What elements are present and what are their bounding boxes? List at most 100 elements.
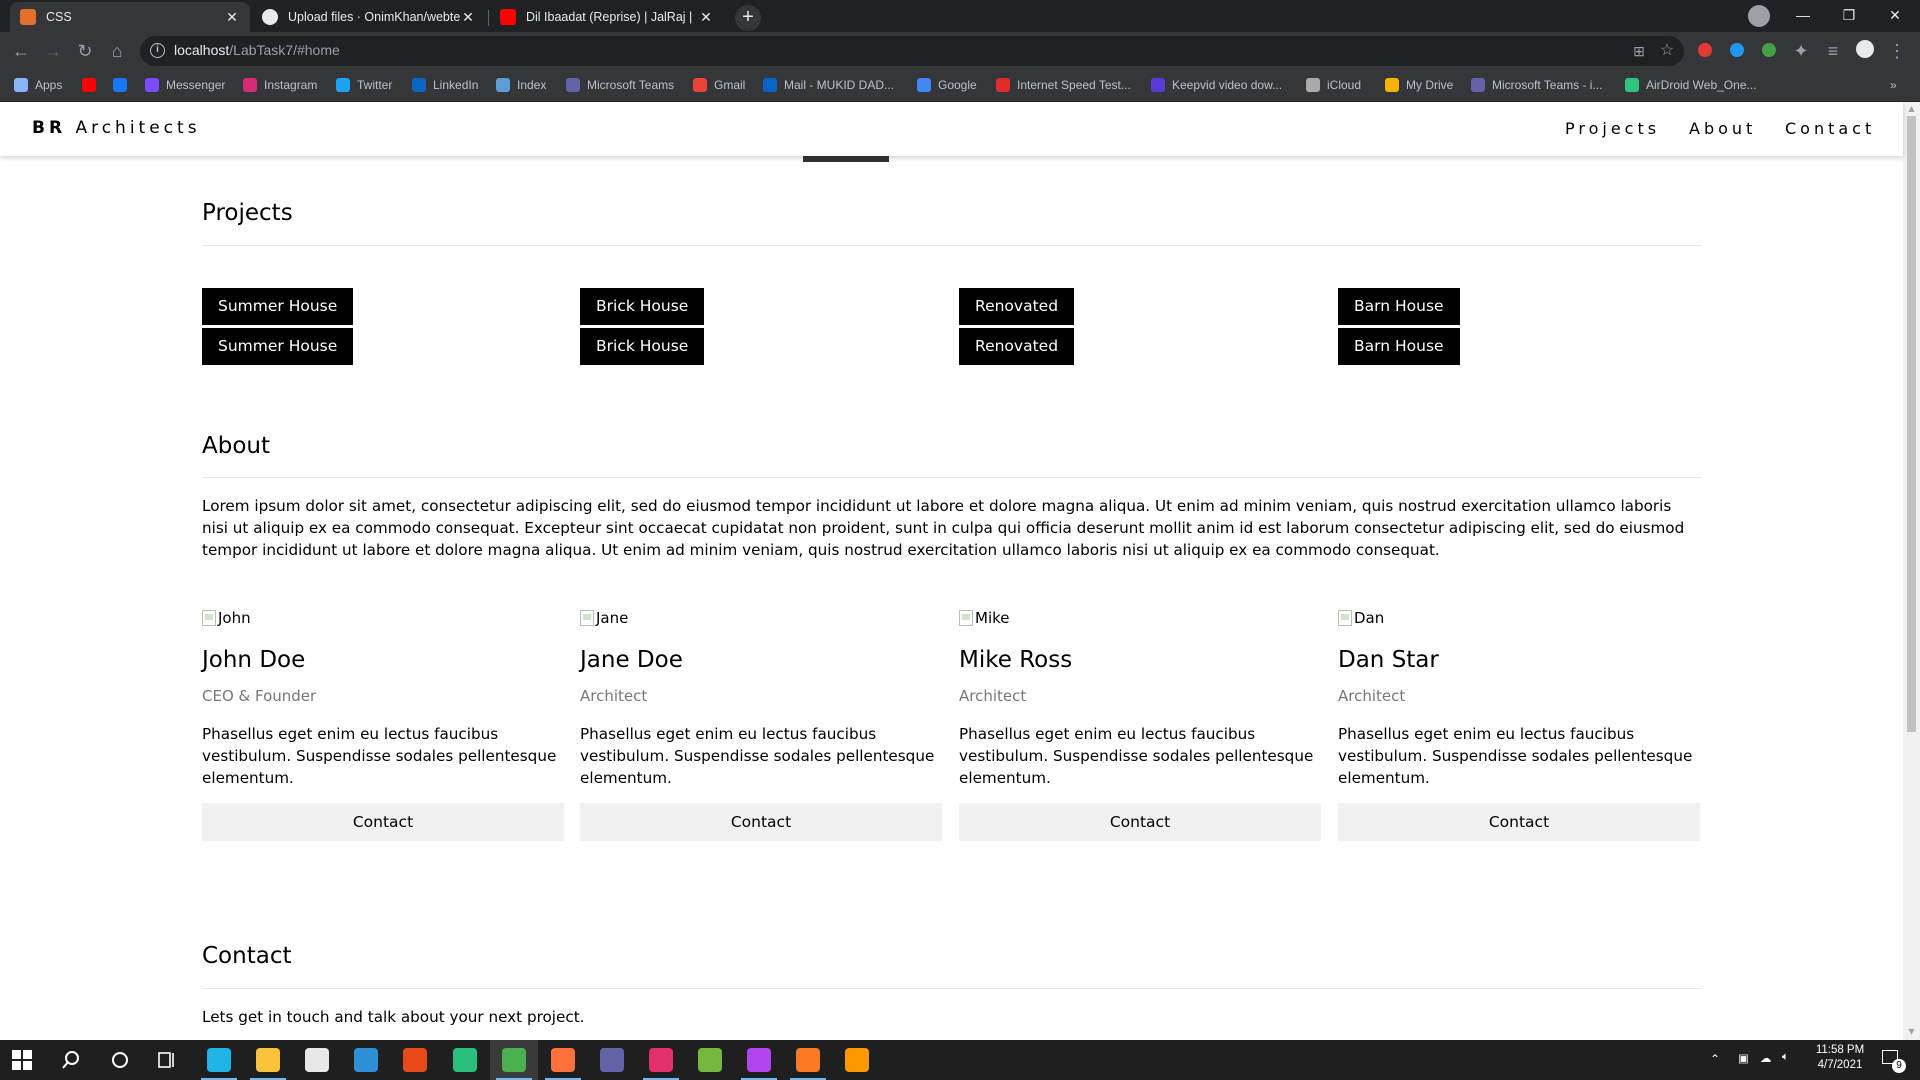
project-tag[interactable]: Brick House [580,328,705,365]
office-icon[interactable] [403,1048,427,1072]
bookmark-my-drive[interactable]: My Drive [1385,78,1453,92]
bookmark-messenger[interactable]: Messenger [145,78,225,92]
info-icon[interactable]: i [150,43,165,58]
contact-button[interactable]: Contact [959,803,1321,841]
nav-link-about[interactable]: About [1689,119,1756,138]
utorrent-icon[interactable] [698,1048,722,1072]
bookmark-label: Gmail [714,78,746,92]
scroll-down-icon[interactable]: ▼ [1907,1028,1916,1036]
bookmark-mail-mukid-dad[interactable]: Mail - MUKID DAD... [763,78,894,92]
twitter-icon [336,78,350,92]
bookmark-google[interactable]: Google [917,78,977,92]
tab-css[interactable]: CSS ✕ [10,2,250,32]
chrome-icon[interactable] [496,1048,532,1080]
back-arrow-icon[interactable]: ← [10,40,32,62]
scrollbar-thumb[interactable] [1907,116,1916,732]
scroll-up-icon[interactable]: ▲ [1907,105,1916,113]
bookmark-index[interactable]: Index [496,78,546,92]
xampp-icon[interactable] [790,1048,826,1080]
tray-device-icon[interactable]: ▣ [1738,1051,1749,1065]
bookmark-gmail[interactable]: Gmail [693,78,745,92]
project-tag[interactable]: Summer House [202,288,354,325]
site-brand[interactable]: BR Architects [32,118,201,138]
forward-arrow-icon[interactable]: → [42,40,64,62]
project-tag[interactable]: Renovated [959,328,1075,365]
bookmark-microsoft-teams[interactable]: Microsoft Teams [566,78,674,92]
clock[interactable]: 11:58 PM 4/7/2021 [1810,1044,1870,1071]
store-icon[interactable] [305,1048,329,1072]
phpstorm-icon[interactable] [741,1048,777,1080]
project-tag[interactable]: Summer House [202,328,354,365]
notification-count: 9 [1892,1059,1906,1073]
bookmark-keepvid-video-dow[interactable]: Keepvid video dow... [1151,78,1282,92]
extension-adblock-icon[interactable] [1694,40,1716,62]
contact-button[interactable]: Contact [580,803,942,841]
project-tag[interactable]: Brick House [580,288,705,325]
puzzle-icon[interactable]: ✦ [1790,40,1812,62]
contact-button[interactable]: Contact [1338,803,1700,841]
action-center-icon[interactable]: 9 [1882,1050,1906,1073]
bookmark-label: Microsoft Teams - i... [1492,78,1603,92]
address-bar[interactable]: i localhost/LabTask7/#home ⊞ ☆ [140,36,1684,66]
tab-youtube[interactable]: Dil Ibaadat (Reprise) | JalRaj | ✕ [490,2,724,32]
bookmark-facebook[interactable] [113,78,134,92]
close-window-button[interactable]: ✕ [1872,0,1918,30]
broken-image-icon [202,610,216,626]
upwork-icon[interactable] [453,1048,477,1072]
home-icon[interactable]: ⌂ [106,40,128,62]
photo-alt-text: Dan [1354,609,1385,627]
onedrive-icon[interactable]: ☁ [1760,1051,1772,1065]
mail-icon[interactable] [354,1048,378,1072]
bookmark-airdroid-web-one[interactable]: AirDroid Web_One... [1625,78,1757,92]
search-icon[interactable] [61,1050,81,1070]
extension-green-icon[interactable] [1758,40,1780,62]
cortana-icon[interactable] [110,1050,130,1070]
project-tag[interactable]: Barn House [1338,288,1460,325]
page-scrollbar[interactable]: ▲ ▼ [1903,102,1920,1040]
bookmark-label: Instagram [264,78,318,92]
instagram-app-icon[interactable] [643,1048,679,1080]
task-view-icon[interactable] [157,1050,177,1070]
brand-name: Architects [75,118,201,138]
contact-button[interactable]: Contact [202,803,564,841]
sublime-icon[interactable] [845,1048,869,1072]
bookmarks-overflow-icon[interactable]: » [1890,78,1897,92]
volume-icon[interactable]: 🔈︎ [1782,1051,1789,1064]
profile-avatar[interactable] [1748,5,1770,27]
bookmark-label: My Drive [1406,78,1454,92]
translate-icon[interactable]: ⊞ [1628,40,1650,62]
nav-link-contact[interactable]: Contact [1785,119,1875,138]
extension-blue-icon[interactable] [1726,40,1748,62]
file-explorer-icon[interactable] [250,1048,286,1080]
bookmark-apps[interactable]: Apps [14,78,62,92]
close-icon[interactable]: ✕ [224,9,240,26]
tray-chevron-icon[interactable]: ⌃ [1710,1052,1720,1066]
restore-button[interactable]: ❐ [1826,0,1872,30]
bookmark-microsoft-teams-i[interactable]: Microsoft Teams - i... [1471,78,1602,92]
minimize-button[interactable]: — [1780,0,1826,30]
windows-start-icon[interactable] [12,1050,32,1070]
profile-icon[interactable] [1854,40,1876,62]
broken-image-icon [959,610,973,626]
close-icon[interactable]: ✕ [698,9,714,26]
firefox-icon[interactable] [545,1048,581,1080]
menu-dots-icon[interactable]: ⋮ [1886,40,1908,62]
bookmark-icloud[interactable]: iCloud [1306,78,1361,92]
bookmark-linkedin[interactable]: LinkedIn [412,78,478,92]
teams-icon[interactable] [600,1048,624,1072]
star-icon[interactable]: ☆ [1656,40,1678,62]
reload-icon[interactable]: ↻ [74,40,96,62]
reading-list-icon[interactable]: ≡ [1822,40,1844,62]
bookmark-youtube[interactable] [82,78,103,92]
bookmark-internet-speed-test[interactable]: Internet Speed Test... [996,78,1131,92]
edge-icon[interactable] [201,1048,237,1080]
close-icon[interactable]: ✕ [460,9,476,26]
new-tab-button[interactable]: + [735,5,761,31]
bookmark-instagram[interactable]: Instagram [243,78,317,92]
bookmark-twitter[interactable]: Twitter [336,78,392,92]
project-tag[interactable]: Barn House [1338,328,1460,365]
nav-link-projects[interactable]: Projects [1565,119,1660,138]
url-text[interactable]: localhost/LabTask7/#home [174,42,340,58]
tab-upload-files[interactable]: Upload files · OnimKhan/webtech ✕ [252,2,486,32]
project-tag[interactable]: Renovated [959,288,1075,325]
